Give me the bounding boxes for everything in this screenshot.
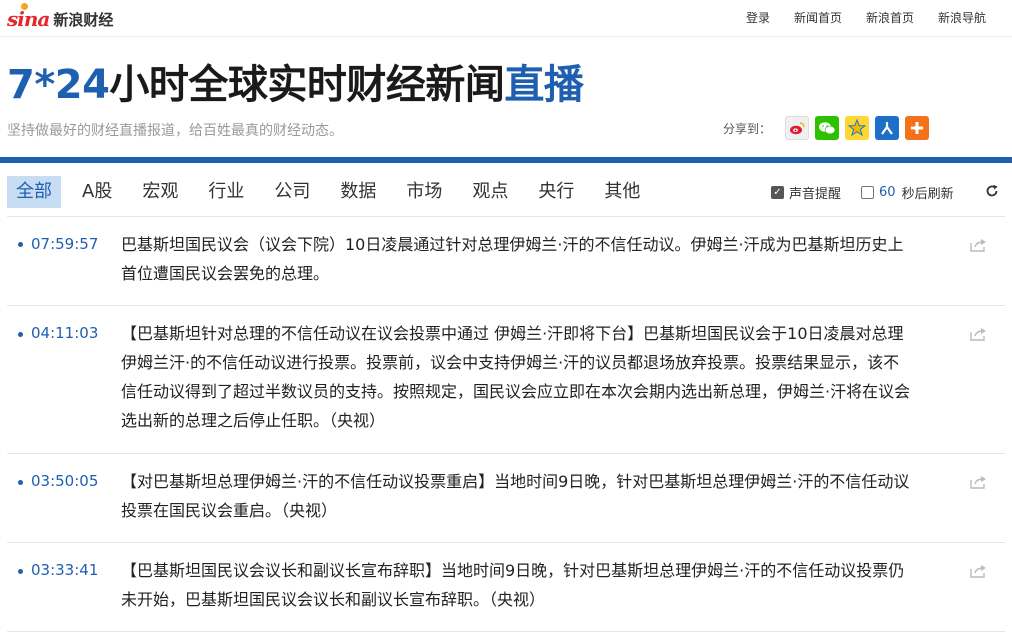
- news-item[interactable]: 04:11:03 【巴基斯坦针对总理的不信任动议在议会投票中通过 伊姆兰·汗即将…: [7, 306, 1005, 454]
- share-icon[interactable]: [969, 475, 987, 489]
- title-suffix: 直播: [504, 62, 584, 108]
- logo-eye-icon: [21, 3, 28, 10]
- tab-a-shares[interactable]: A股: [73, 176, 121, 208]
- tab-opinion[interactable]: 观点: [463, 176, 517, 208]
- renren-share-icon[interactable]: [875, 116, 900, 140]
- sina-home-link[interactable]: 新浪首页: [866, 9, 914, 26]
- tab-data[interactable]: 数据: [331, 176, 385, 208]
- category-tabs: 全部 A股 宏观 行业 公司 数据 市场 观点 央行 其他: [7, 176, 661, 208]
- tab-central-bank[interactable]: 央行: [529, 176, 583, 208]
- top-nav: 登录 新闻首页 新浪首页 新浪导航: [722, 9, 986, 26]
- news-time: 07:59:57: [31, 235, 99, 253]
- news-text: 【巴基斯坦针对总理的不信任动议在议会投票中通过 伊姆兰·汗即将下台】巴基斯坦国民…: [121, 324, 911, 430]
- news-item[interactable]: 03:50:05 【对巴基斯坦总理伊姆兰·汗的不信任动议投票重启】当地时间9日晚…: [7, 454, 1005, 543]
- news-item[interactable]: 07:59:57 巴基斯坦国民议会（议会下院）10日凌晨通过针对总理伊姆兰·汗的…: [7, 217, 1005, 306]
- more-share-icon[interactable]: [905, 116, 930, 140]
- news-feed: 07:59:57 巴基斯坦国民议会（议会下院）10日凌晨通过针对总理伊姆兰·汗的…: [7, 217, 1005, 632]
- sound-alert-checkbox[interactable]: ✓: [771, 186, 784, 199]
- news-text: 【对巴基斯坦总理伊姆兰·汗的不信任动议投票重启】当地时间9日晚，针对巴基斯坦总理…: [121, 472, 910, 520]
- tagline: 坚持做最好的财经直播报道，给百姓最真的财经动态。: [7, 123, 343, 139]
- news-time: 03:33:41: [31, 561, 99, 579]
- share-label: 分享到：: [723, 121, 772, 136]
- sina-nav-link[interactable]: 新浪导航: [938, 9, 986, 26]
- tab-company[interactable]: 公司: [265, 176, 319, 208]
- feed-tools: ✓ 声音提醒 60 秒后刷新: [771, 183, 954, 202]
- timeline-dot: [18, 569, 23, 574]
- timeline-dot: [18, 332, 23, 337]
- tab-all[interactable]: 全部: [7, 176, 61, 208]
- wechat-share-icon[interactable]: [815, 116, 840, 140]
- news-text: 【巴基斯坦国民议会议长和副议长宣布辞职】当地时间9日晚，针对巴基斯坦总理伊姆兰·…: [121, 561, 905, 609]
- title-main: 小时全球实时财经新闻: [109, 62, 505, 108]
- refresh-icon[interactable]: [985, 183, 999, 202]
- news-item[interactable]: 03:33:41 【巴基斯坦国民议会议长和副议长宣布辞职】当地时间9日晚，针对巴…: [7, 543, 1005, 632]
- timeline-dot: [18, 242, 23, 247]
- share-bar: 分享到：: [723, 116, 935, 140]
- refresh-label: 秒后刷新: [901, 187, 954, 202]
- title-prefix: 7*24: [7, 62, 110, 108]
- timeline-dot: [18, 480, 23, 485]
- tab-market[interactable]: 市场: [397, 176, 451, 208]
- sina-finance-logo[interactable]: sina 新浪财经: [7, 3, 114, 31]
- auto-refresh-checkbox[interactable]: [861, 186, 875, 199]
- refresh-seconds: 60: [879, 185, 896, 200]
- page-title: 7*24小时全球实时财经新闻直播: [7, 52, 584, 110]
- news-time: 04:11:03: [31, 324, 99, 342]
- share-icon[interactable]: [969, 238, 987, 252]
- weibo-share-icon[interactable]: [785, 116, 810, 140]
- share-icon[interactable]: [969, 327, 987, 341]
- top-bar: sina 新浪财经 登录 新闻首页 新浪首页 新浪导航: [0, 0, 1012, 37]
- tab-industry[interactable]: 行业: [199, 176, 253, 208]
- share-icon[interactable]: [969, 564, 987, 578]
- news-time: 03:50:05: [31, 472, 99, 490]
- logo-text: 新浪财经: [53, 10, 114, 29]
- login-link[interactable]: 登录: [746, 9, 770, 26]
- sound-alert-label: 声音提醒: [789, 187, 842, 202]
- sina-logo-word: sina: [7, 3, 50, 31]
- tab-macro[interactable]: 宏观: [133, 176, 187, 208]
- tab-other[interactable]: 其他: [595, 176, 649, 208]
- qzone-share-icon[interactable]: [845, 116, 870, 140]
- news-home-link[interactable]: 新闻首页: [794, 9, 842, 26]
- news-text: 巴基斯坦国民议会（议会下院）10日凌晨通过针对总理伊姆兰·汗的不信任动议。伊姆兰…: [121, 235, 904, 283]
- header-divider: [0, 157, 1012, 163]
